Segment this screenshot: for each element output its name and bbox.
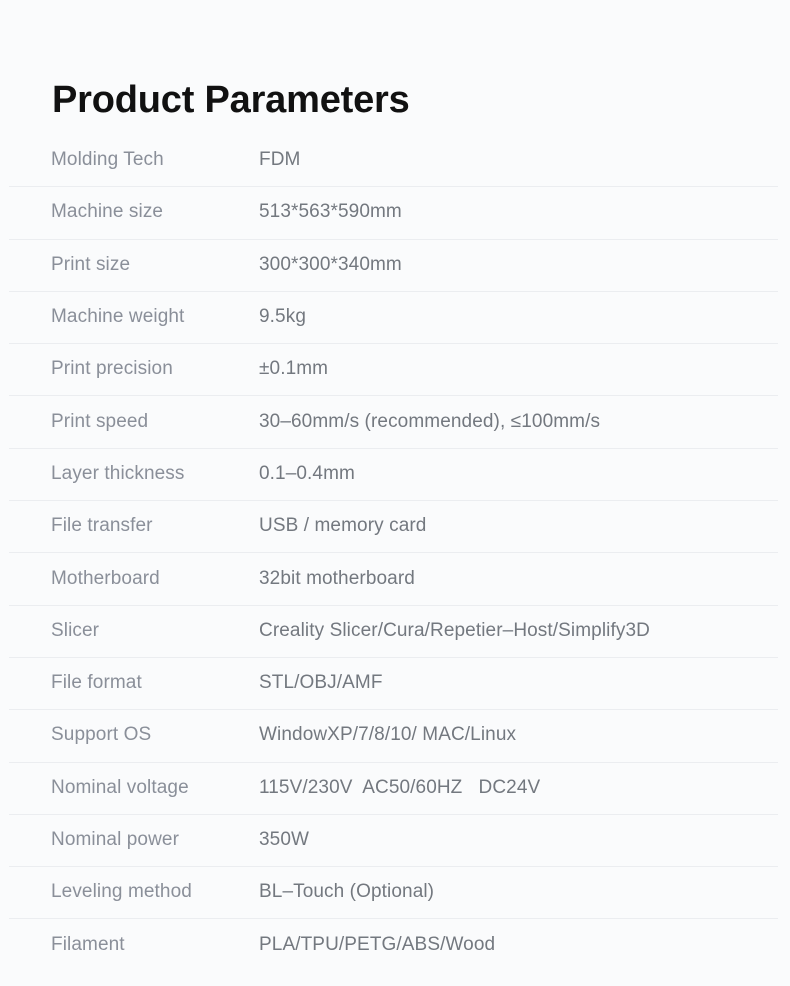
spec-label: Motherboard [51, 567, 160, 589]
table-row: Nominal power 350W [0, 813, 790, 866]
spec-table: Molding Tech FDM Machine size 513*563*590mm… [0, 134, 790, 971]
table-row: Print precision ±0.1mm [0, 343, 790, 395]
table-row: Nominal voltage 115V/230V AC50/60HZ DC24V [0, 761, 790, 814]
spec-label: Leveling method [51, 881, 192, 903]
table-row: Motherboard 32bit motherboard [0, 552, 790, 604]
table-row: File transfer USB / memory card [0, 500, 790, 552]
spec-label: Print size [51, 253, 131, 275]
spec-label: Machine size [51, 201, 164, 223]
page-title: Product Parameters [52, 79, 410, 122]
spec-label: Machine weight [51, 306, 185, 328]
product-parameters-page: Product Parameters Molding Tech FDM Machin… [0, 0, 790, 986]
table-row: Slicer Creality Slicer/Cura/Repetier–Host… [0, 604, 790, 657]
spec-value: PLA/TPU/PETG/ABS/Wood [259, 933, 496, 955]
table-row: Print size 300*300*340mm [0, 238, 790, 291]
spec-value: USB / memory card [259, 515, 427, 537]
table-row: Filament PLA/TPU/PETG/ABS/Wood [0, 918, 790, 970]
spec-label: Filament [51, 933, 125, 955]
spec-value: ±0.1mm [259, 358, 329, 380]
table-row: File format STL/OBJ/AMF [0, 656, 790, 709]
table-row: Print speed 30–60mm/s (recommended), ≤100… [0, 395, 790, 447]
spec-label: Nominal voltage [51, 776, 189, 798]
spec-label: Print precision [51, 358, 173, 380]
spec-value: 300*300*340mm [259, 253, 402, 275]
spec-value: 115V/230V AC50/60HZ DC24V [259, 776, 541, 798]
spec-value: 0.1–0.4mm [259, 462, 355, 484]
spec-value: STL/OBJ/AMF [259, 672, 383, 694]
spec-value: 350W [259, 829, 310, 850]
spec-value: 32bit motherboard [259, 567, 415, 589]
table-row: Leveling method BL–Touch (Optional) [0, 866, 790, 918]
spec-value: BL–Touch (Optional) [259, 881, 435, 903]
spec-value: FDM [259, 149, 301, 171]
table-row: Support OS WindowXP/7/8/10/ MAC/Linux [0, 709, 790, 761]
table-row: Molding Tech FDM [0, 134, 790, 186]
spec-value: WindowXP/7/8/10/ MAC/Linux [259, 724, 517, 746]
spec-label: Print speed [51, 410, 149, 432]
spec-label: Molding Tech [51, 149, 164, 171]
spec-label: File transfer [51, 515, 153, 537]
spec-label: Support OS [51, 724, 152, 746]
spec-value: 30–60mm/s (recommended), ≤100mm/s [259, 410, 601, 432]
spec-value: Creality Slicer/Cura/Repetier–Host/Simpl… [259, 619, 650, 641]
table-row: Machine weight 9.5kg [0, 290, 790, 343]
spec-label: Layer thickness [51, 462, 185, 484]
spec-value: 513*563*590mm [259, 201, 402, 223]
spec-label: File format [51, 672, 142, 694]
spec-label: Nominal power [51, 829, 180, 850]
spec-label: Slicer [51, 619, 100, 641]
table-row: Machine size 513*563*590mm [0, 186, 790, 238]
table-row: Layer thickness 0.1–0.4mm [0, 447, 790, 500]
spec-value: 9.5kg [259, 306, 306, 328]
